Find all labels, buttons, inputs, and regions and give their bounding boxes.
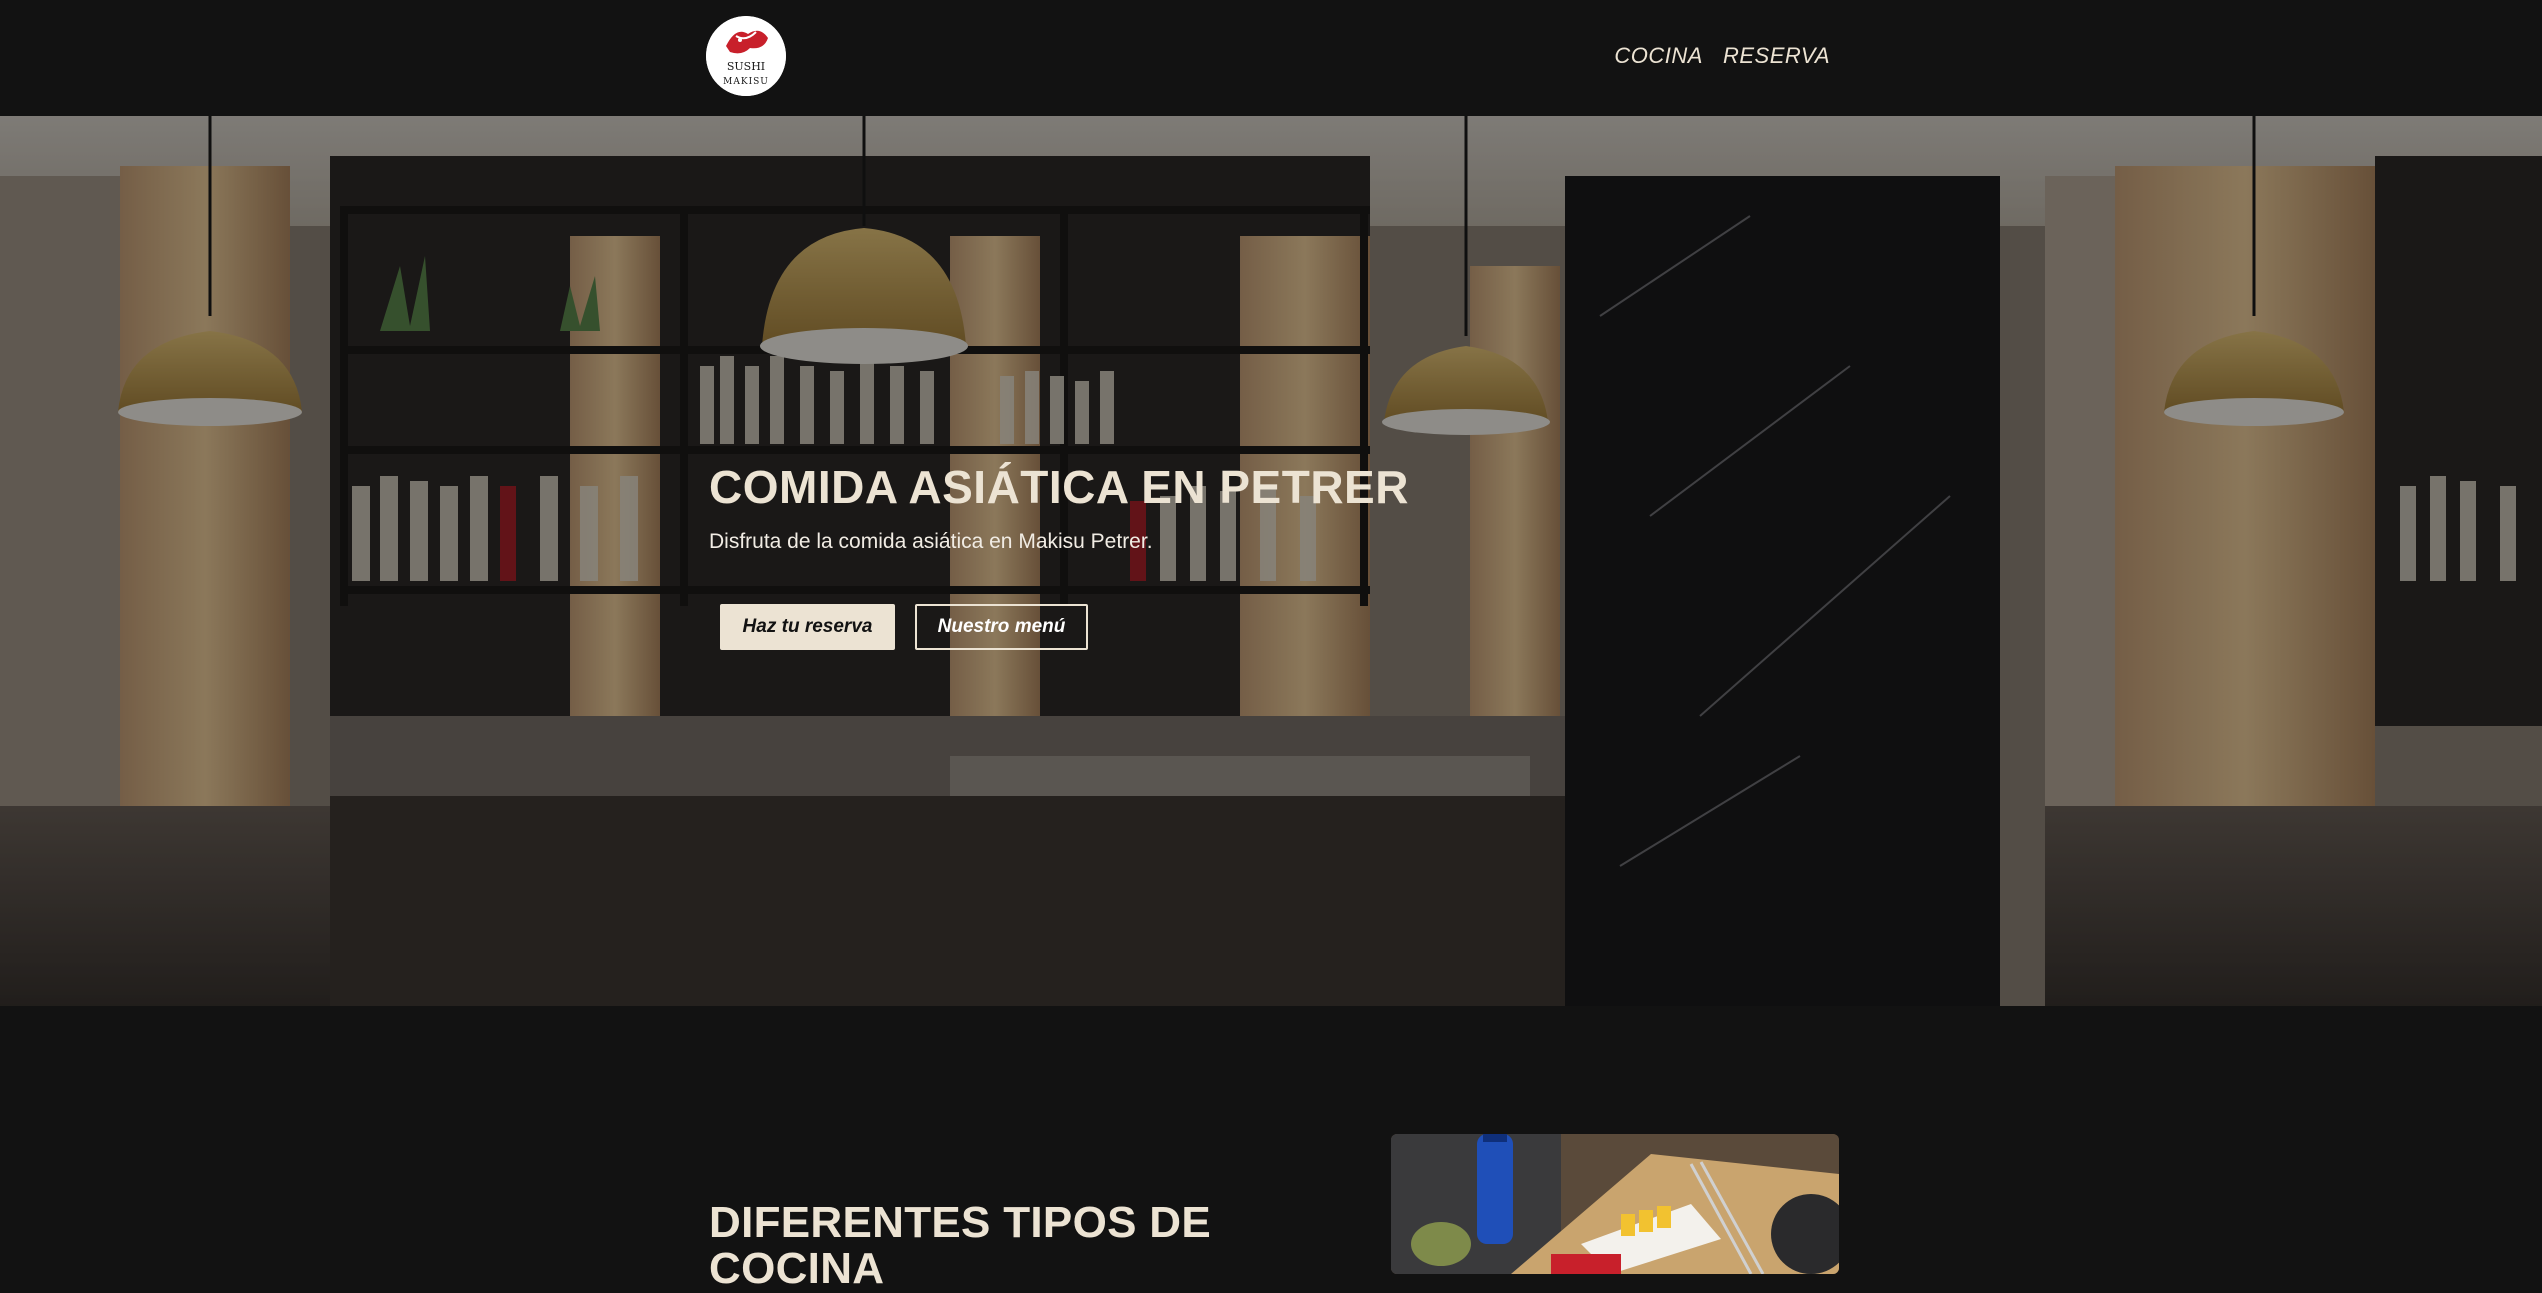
hero-banner: COMIDA ASIÁTICA EN PETRER Disfruta de la… <box>0 116 2542 1006</box>
nav-link-cocina[interactable]: COCINA <box>1614 43 1703 69</box>
sushi-table-photo <box>1391 1134 1839 1274</box>
logo-graphic: SUSHI MAKISU <box>706 16 786 96</box>
book-table-button[interactable]: Haz tu reserva <box>720 604 895 650</box>
logo-text-bottom: MAKISU <box>723 77 769 87</box>
logo-text-top: SUSHI <box>727 60 765 73</box>
hero-dark-overlay <box>0 116 2542 1006</box>
site-header: SUSHI MAKISU COCINA RESERVA <box>0 0 2542 116</box>
cuisine-section: DIFERENTES TIPOS DE COCINA <box>0 1006 2542 1292</box>
sushi-table-image <box>1391 1134 1839 1274</box>
section-title: DIFERENTES TIPOS DE COCINA <box>709 1198 1211 1293</box>
nav-link-reserva[interactable]: RESERVA <box>1723 43 1830 69</box>
our-menu-button[interactable]: Nuestro menú <box>915 604 1088 650</box>
main-nav: COCINA RESERVA <box>1614 43 1830 69</box>
hero-subtitle: Disfruta de la comida asiática en Makisu… <box>709 530 1153 553</box>
sushi-makisu-logo-icon[interactable]: SUSHI MAKISU <box>706 16 786 96</box>
hero-title: COMIDA ASIÁTICA EN PETRER <box>709 461 1409 513</box>
